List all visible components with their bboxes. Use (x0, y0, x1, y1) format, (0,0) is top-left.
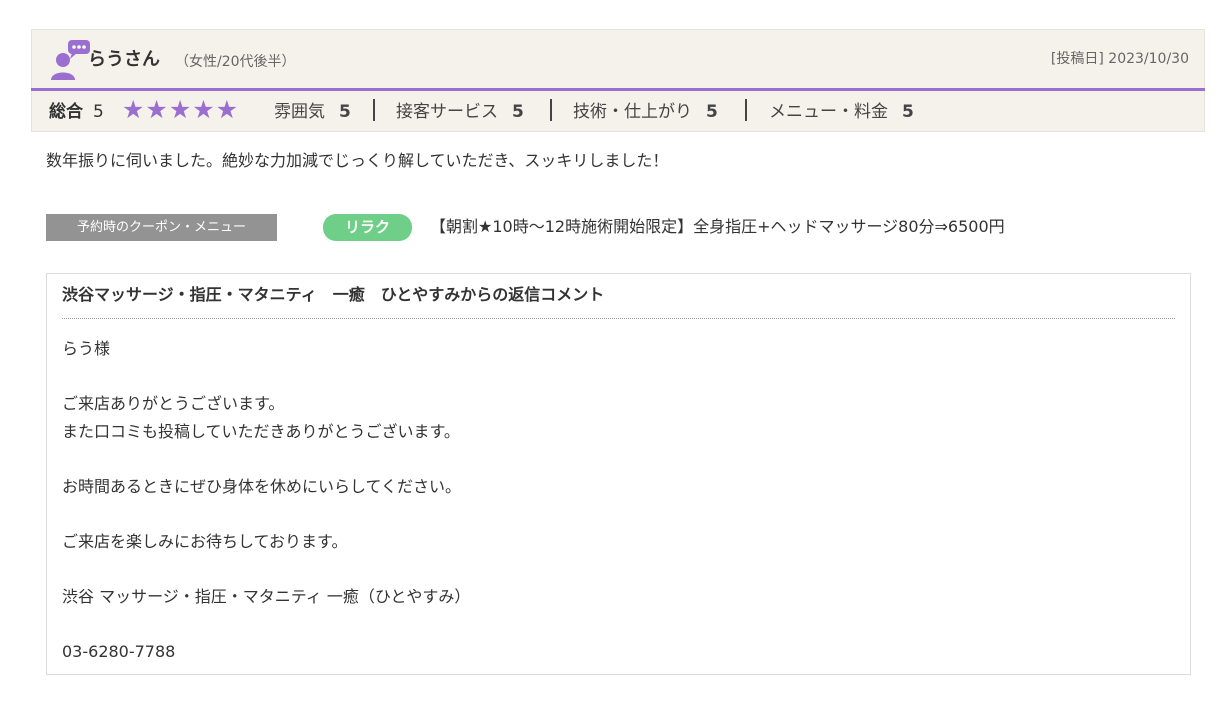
rating-separator (373, 99, 375, 121)
rating-value: 5 (512, 102, 524, 122)
rating-menu-price: メニュー・料金 5 (769, 101, 914, 123)
rating-service: 接客サービス 5 (396, 101, 524, 123)
rating-value: 5 (706, 102, 718, 122)
reply-line: お時間あるときにぜひ身体を休めにいらしてください。 (62, 477, 462, 496)
reply-line: また口コミも投稿していただきありがとうございます。 (62, 422, 460, 441)
post-date: [投稿日] 2023/10/30 (1050, 51, 1189, 67)
reply-phone: 03-6280-7788 (62, 642, 176, 661)
rating-label: 雰囲気 (274, 102, 325, 122)
ratings-bar: 総合 5 ★★★★★ 雰囲気 5 接客サービス 5 技術・仕上がり 5 メニュー・料金… (31, 91, 1205, 132)
salon-reply-box: 渋谷マッサージ・指圧・マタニティ 一癒 ひとやすみからの返信コメント らう様 ご… (46, 273, 1191, 675)
coupon-section-label: 予約時のクーポン・メニュー (46, 214, 277, 241)
overall-rating-value: 5 (93, 102, 104, 122)
reviewer-name: らうさん (88, 49, 160, 70)
coupon-title: 【朝割★10時〜12時施術開始限定】全身指圧+ヘッドマッサージ80分⇒6500円 (430, 217, 1005, 236)
rating-atmosphere: 雰囲気 5 (274, 101, 351, 123)
rating-separator (550, 99, 552, 121)
rating-value: 5 (339, 102, 351, 122)
reply-divider (62, 318, 1175, 319)
user-speech-bubble-icon (49, 38, 91, 80)
rating-technique: 技術・仕上がり 5 (573, 101, 718, 123)
reply-signature: 渋谷 マッサージ・指圧・マタニティ 一癒（ひとやすみ） (62, 587, 471, 606)
reviewer-meta: （女性/20代後半） (175, 54, 296, 70)
rating-separator (745, 99, 747, 121)
rating-label: 技術・仕上がり (573, 102, 692, 122)
review-header: らうさん （女性/20代後半） [投稿日] 2023/10/30 (31, 29, 1205, 88)
reply-title: 渋谷マッサージ・指圧・マタニティ 一癒 ひとやすみからの返信コメント (62, 285, 605, 304)
rating-value: 5 (902, 102, 914, 122)
rating-label: メニュー・料金 (769, 102, 888, 122)
rating-label: 接客サービス (396, 102, 498, 122)
coupon-category-tag: リラク (323, 214, 412, 241)
reply-line: ご来店を楽しみにお待ちしております。 (62, 532, 348, 551)
reply-greeting: らう様 (62, 339, 111, 358)
overall-rating-label: 総合 (49, 102, 83, 122)
review-text: 数年振りに伺いました。絶妙な力加減でじっくり解していただき、スッキリしました！ (46, 151, 669, 170)
reply-line: ご来店ありがとうございます。 (62, 394, 285, 413)
star-rating-icons: ★★★★★ (122, 95, 240, 124)
